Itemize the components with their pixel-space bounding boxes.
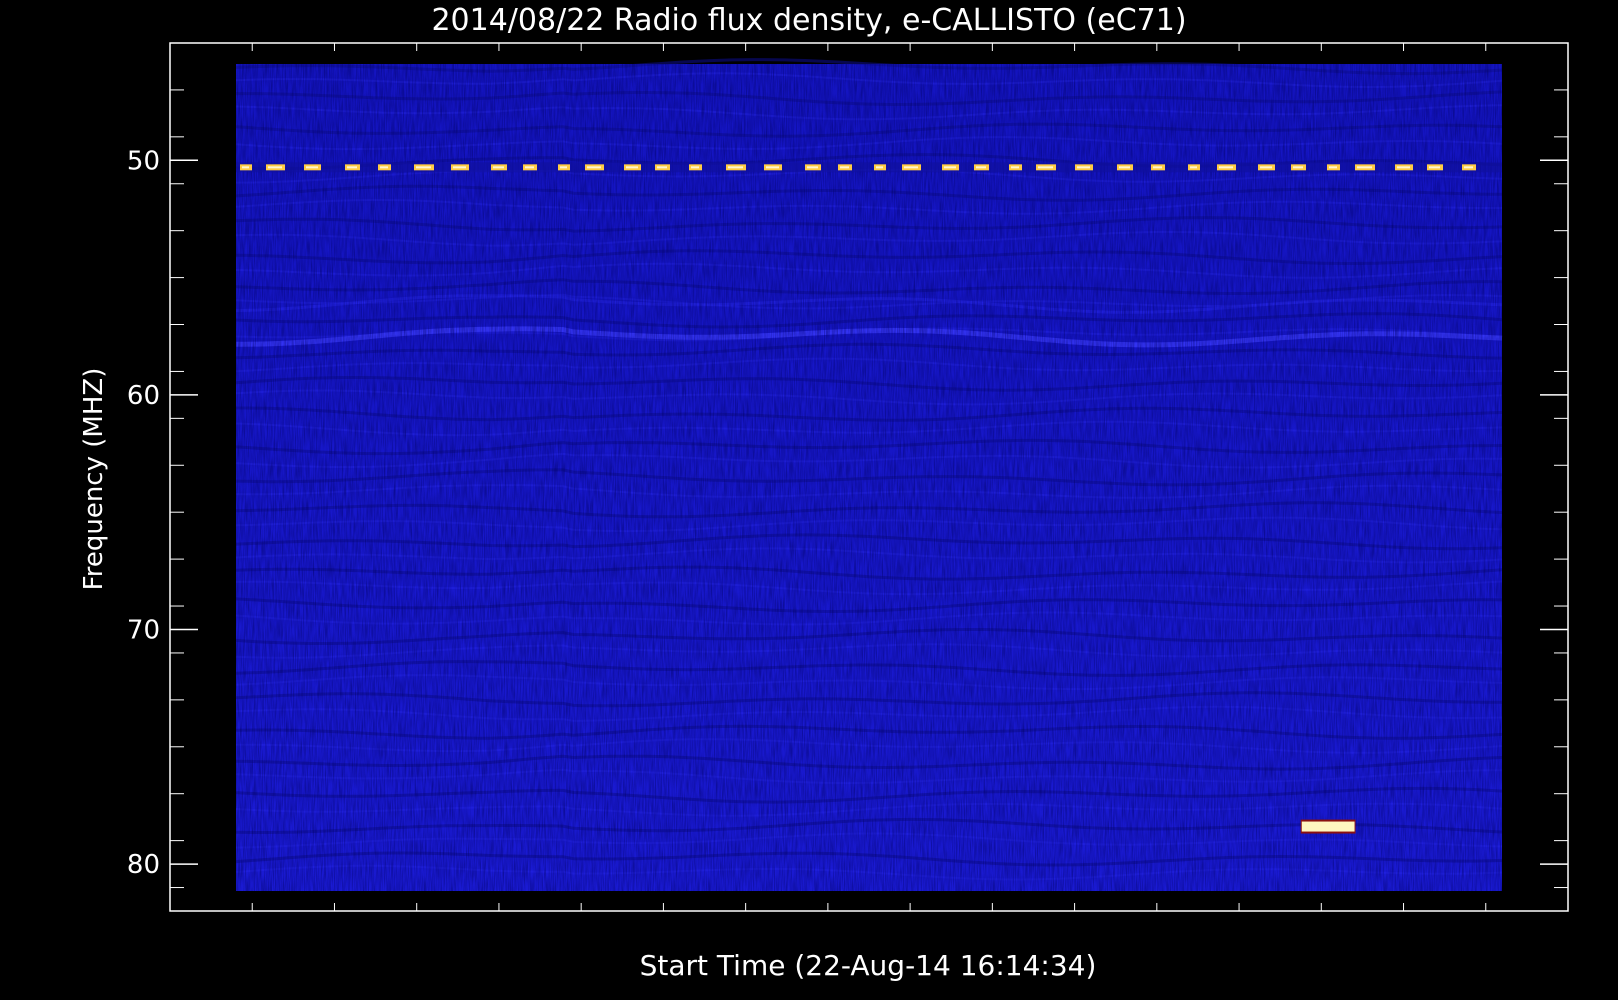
- interference-dash-core: [1464, 166, 1473, 169]
- interference-dash-core: [1011, 166, 1019, 169]
- interference-dash-core: [380, 166, 388, 169]
- y-tick-label: 60: [127, 381, 160, 411]
- y-tick-label: 50: [127, 146, 160, 176]
- y-tick-label: 70: [127, 615, 160, 645]
- interference-dash-core: [1329, 166, 1337, 169]
- interference-dash-core: [416, 166, 431, 169]
- chart-title: 2014/08/22 Radio flux density, e-CALLIST…: [431, 3, 1186, 38]
- interference-dash-core: [904, 166, 918, 169]
- interference-dash-core: [347, 166, 357, 169]
- interference-dash-core: [306, 166, 318, 169]
- interference-dash-core: [1190, 166, 1197, 169]
- interference-dash-core: [976, 166, 986, 169]
- interference-dash-core: [268, 166, 282, 169]
- interference-dash-core: [626, 166, 638, 169]
- interference-dash-core: [1429, 166, 1440, 169]
- y-axis-label: Frequency (MHZ): [79, 368, 109, 591]
- interference-dash-core: [587, 166, 601, 169]
- interference-dash-core: [1357, 166, 1372, 169]
- interference-dash-core: [807, 166, 818, 169]
- interference-dash-core: [728, 166, 743, 169]
- plot-area: 16:1616:2016:2416:2850607080: [127, 42, 1569, 912]
- spectrogram-figure: 2014/08/22 Radio flux density, e-CALLIST…: [79, 3, 1569, 982]
- interference-dash-core: [1293, 166, 1303, 169]
- interference-dash-core: [1038, 166, 1053, 169]
- interference-dash-core: [525, 166, 534, 169]
- interference-dash-core: [944, 166, 956, 169]
- interference-dash-core: [1260, 166, 1272, 169]
- noise-overlay: [236, 64, 1502, 891]
- interference-dash-core: [1219, 166, 1233, 169]
- interference-dash-core: [242, 166, 249, 169]
- interference-dash-core: [560, 166, 567, 169]
- interference-dash-core: [1153, 166, 1162, 169]
- interference-dash-core: [1397, 166, 1410, 169]
- interference-dash-core: [876, 166, 883, 169]
- interference-dash-core: [493, 166, 504, 169]
- interference-dash-core: [1077, 166, 1090, 169]
- interference-dash-core: [691, 166, 699, 169]
- burst-patch: [1301, 821, 1355, 832]
- y-tick-label: 80: [127, 850, 160, 880]
- interference-dash-core: [453, 166, 466, 169]
- interference-dash-core: [1119, 166, 1130, 169]
- interference-dash-core: [840, 166, 849, 169]
- x-axis-label: Start Time (22-Aug-14 16:14:34): [640, 949, 1097, 982]
- interference-dash-core: [657, 166, 667, 169]
- interference-dash-core: [766, 166, 779, 169]
